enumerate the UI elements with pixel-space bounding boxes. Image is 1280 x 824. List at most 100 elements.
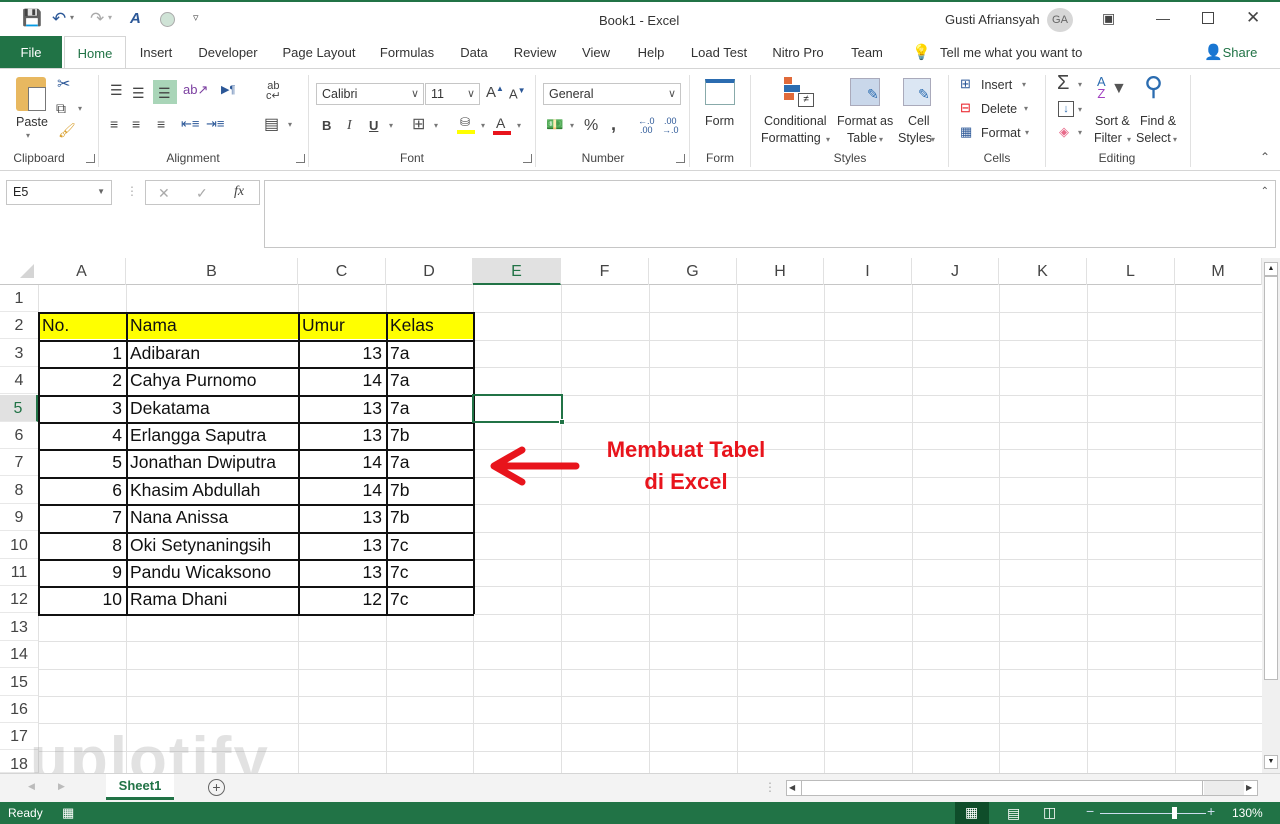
normal-view-button[interactable]: ▦	[955, 802, 989, 824]
align-right-icon[interactable]: ≡	[157, 117, 165, 131]
row-header-5[interactable]: 5	[0, 395, 38, 422]
column-header-f[interactable]: F	[561, 258, 649, 285]
redo-icon[interactable]: ↷	[90, 10, 104, 27]
fill-icon[interactable]: ↓	[1058, 101, 1074, 117]
accounting-format-icon[interactable]: 💵	[546, 117, 563, 131]
wrap-text-icon[interactable]: ab c↵	[266, 81, 281, 102]
row-header-13[interactable]: 13	[0, 614, 38, 641]
table-cell[interactable]: Adibaran	[126, 340, 298, 367]
bold-button[interactable]: B	[322, 119, 331, 132]
table-cell[interactable]: 7c	[386, 559, 473, 586]
insert-function-icon[interactable]: fx	[234, 185, 244, 199]
page-break-view-icon[interactable]: ◫	[1043, 805, 1056, 819]
row-header-1[interactable]: 1	[0, 285, 38, 312]
table-cell[interactable]: 14	[298, 449, 386, 476]
copy-icon[interactable]: ⧉	[56, 101, 66, 115]
cell-styles-button[interactable]: Styles	[898, 131, 932, 145]
format-cells-icon[interactable]: ▦	[960, 125, 972, 138]
increase-decimal-icon[interactable]: ←.0.00	[638, 117, 655, 135]
table-cell[interactable]: 14	[298, 477, 386, 504]
user-avatar[interactable]: GA	[1047, 8, 1073, 32]
table-cell[interactable]: 13	[298, 504, 386, 531]
zoom-out-icon[interactable]: −	[1086, 804, 1094, 818]
table-cell[interactable]: 13	[298, 422, 386, 449]
find-search-icon[interactable]: ⚲	[1144, 73, 1163, 99]
zoom-level[interactable]: 130%	[1232, 806, 1263, 820]
increase-indent-icon[interactable]: ⇥≡	[206, 117, 224, 130]
column-header-h[interactable]: H	[737, 258, 824, 285]
format-painter-icon[interactable]: 🖌	[58, 123, 76, 137]
table-cell[interactable]: 7b	[386, 477, 473, 504]
table-cell[interactable]: 7c	[386, 586, 473, 613]
add-sheet-icon[interactable]: +	[208, 779, 225, 796]
table-cell[interactable]: Pandu Wicaksono	[126, 559, 298, 586]
table-cell[interactable]: 7b	[386, 504, 473, 531]
decrease-decimal-icon[interactable]: .00 →.0	[662, 117, 679, 135]
redo-dropdown-icon[interactable]: ▾	[108, 14, 112, 22]
table-cell[interactable]: 7a	[386, 449, 473, 476]
table-cell[interactable]: Dekatama	[126, 395, 298, 422]
sort-filter-icon[interactable]: AZ	[1097, 75, 1106, 100]
paste-button[interactable]: Paste	[16, 115, 48, 129]
tab-file[interactable]: File	[0, 36, 62, 68]
autosum-dropdown-icon[interactable]: ▾	[1078, 81, 1082, 89]
borders-icon[interactable]: ⊞	[412, 117, 425, 133]
scroll-up-icon[interactable]: ▲	[1264, 262, 1278, 276]
undo-dropdown-icon[interactable]: ▾	[70, 14, 74, 22]
merge-dropdown-icon[interactable]: ▾	[288, 121, 292, 129]
conditional-formatting-icon[interactable]: ≠	[784, 77, 814, 107]
table-cell[interactable]: Khasim Abdullah	[126, 477, 298, 504]
table-cell[interactable]: 8	[38, 532, 126, 559]
table-cell[interactable]: 13	[298, 532, 386, 559]
font-name-select[interactable]: Calibri ∨	[316, 83, 424, 105]
tab-view[interactable]: View	[574, 36, 618, 68]
table-cell[interactable]: Cahya Purnomo	[126, 367, 298, 394]
collapse-ribbon-icon[interactable]: ⌃	[1260, 151, 1270, 163]
scroll-right-icon[interactable]: ▶	[1246, 784, 1252, 792]
table-cell[interactable]: 10	[38, 586, 126, 613]
insert-cells-icon[interactable]: ⊞	[960, 77, 971, 90]
select-all-icon[interactable]	[20, 264, 34, 278]
paste-dropdown-icon[interactable]: ▾	[26, 132, 30, 140]
minimize-icon[interactable]: —	[1156, 11, 1170, 25]
tab-data[interactable]: Data	[452, 36, 496, 68]
italic-button[interactable]: I	[347, 119, 352, 133]
table-cell[interactable]: 7c	[386, 532, 473, 559]
row-header-9[interactable]: 9	[0, 504, 38, 531]
paste-icon[interactable]	[16, 77, 46, 111]
splitter-grip-icon[interactable]: ⋮	[764, 781, 776, 793]
share-button[interactable]: Share	[1222, 36, 1258, 68]
column-header-k[interactable]: K	[999, 258, 1087, 285]
align-left-icon[interactable]: ≡	[110, 117, 118, 131]
form-button[interactable]: Form	[705, 114, 734, 128]
percent-button[interactable]: %	[584, 118, 598, 134]
column-header-l[interactable]: L	[1087, 258, 1175, 285]
tab-nitro-pro[interactable]: Nitro Pro	[764, 36, 832, 68]
borders-dropdown-icon[interactable]: ▾	[434, 122, 438, 130]
clipboard-launcher-icon[interactable]	[86, 154, 95, 163]
table-cell[interactable]: 9	[38, 559, 126, 586]
cancel-icon[interactable]: ✕	[158, 186, 170, 200]
row-header-3[interactable]: 3	[0, 340, 38, 367]
copy-dropdown-icon[interactable]: ▾	[78, 105, 82, 113]
sort-filter-line1[interactable]: Sort &	[1095, 114, 1130, 128]
table-cell[interactable]: Rama Dhani	[126, 586, 298, 613]
table-cell[interactable]: 7a	[386, 367, 473, 394]
column-header-m[interactable]: M	[1175, 258, 1262, 285]
sort-filter-button[interactable]: Filter	[1094, 131, 1122, 145]
text-direction-icon[interactable]: ▶¶	[221, 85, 235, 96]
cell-styles-line1[interactable]: Cell	[908, 114, 930, 128]
format-as-table-icon[interactable]: ✎	[850, 78, 880, 106]
number-launcher-icon[interactable]	[676, 154, 685, 163]
tab-formulas[interactable]: Formulas	[372, 36, 442, 68]
font-launcher-icon[interactable]	[523, 154, 532, 163]
top-align-icon[interactable]: ☰	[110, 83, 123, 97]
selected-cell-e5[interactable]	[472, 394, 563, 423]
cell-styles-dropdown-icon[interactable]: ▾	[931, 136, 935, 144]
table-cell[interactable]: 7a	[386, 395, 473, 422]
table-cell[interactable]: Jonathan Dwiputra	[126, 449, 298, 476]
decrease-indent-icon[interactable]: ⇤≡	[181, 117, 199, 130]
clear-icon[interactable]: ◈	[1059, 125, 1069, 138]
delete-cells-icon[interactable]: ⊟	[960, 101, 971, 114]
scroll-down-icon[interactable]: ▼	[1264, 755, 1278, 769]
